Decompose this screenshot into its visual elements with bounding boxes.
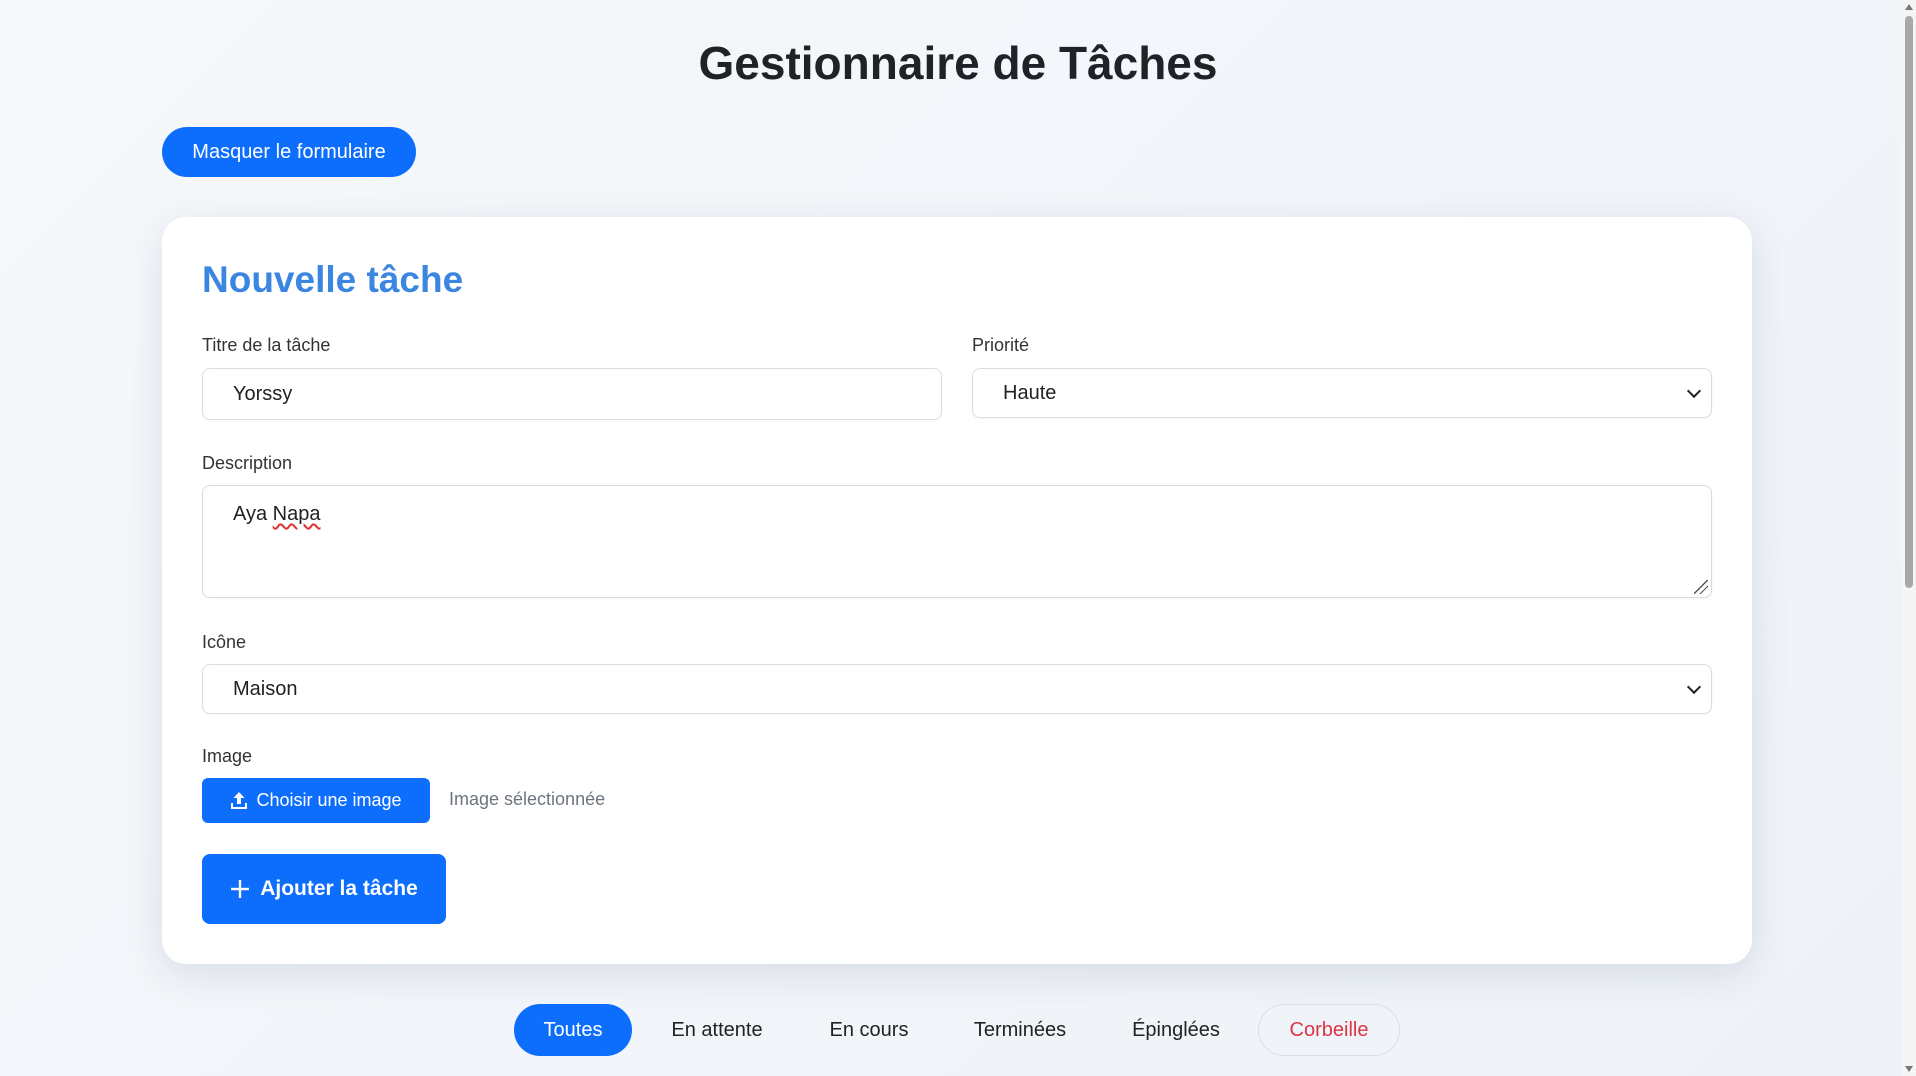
description-label: Description xyxy=(202,453,293,473)
scroll-up-icon[interactable] xyxy=(1905,4,1913,10)
tab-pending[interactable]: En attente xyxy=(647,1004,787,1056)
filter-tabs: Toutes En attente En cours Terminées Épi… xyxy=(0,1004,1916,1056)
priority-select[interactable]: Haute xyxy=(972,368,1712,418)
toggle-form-button[interactable]: Masquer le formulaire xyxy=(162,127,416,177)
task-title-input[interactable]: Yorssy xyxy=(202,368,942,420)
priority-label: Priorité xyxy=(972,335,1030,355)
description-word-2: Napa xyxy=(272,503,321,525)
task-title-value: Yorssy xyxy=(233,383,293,405)
choose-image-label: Choisir une image xyxy=(256,790,402,810)
page-title: Gestionnaire de Tâches xyxy=(698,37,1218,89)
scrollbar-thumb[interactable] xyxy=(1905,16,1913,588)
task-title-label: Titre de la tâche xyxy=(202,335,331,355)
new-task-form-card: Nouvelle tâche Titre de la tâche Yorssy … xyxy=(162,217,1752,964)
icon-label: Icône xyxy=(202,632,247,652)
upload-icon xyxy=(230,791,248,811)
icon-selected-value: Maison xyxy=(233,678,298,700)
plus-icon xyxy=(230,879,250,899)
image-status-text: Image sélectionnée xyxy=(449,789,606,809)
chevron-down-icon xyxy=(1686,383,1702,399)
chevron-down-icon xyxy=(1686,679,1702,695)
image-label: Image xyxy=(202,746,253,766)
tab-in-progress[interactable]: En cours xyxy=(799,1004,939,1056)
tab-all[interactable]: Toutes xyxy=(514,1004,632,1056)
tab-completed[interactable]: Terminées xyxy=(950,1004,1090,1056)
priority-selected-value: Haute xyxy=(1003,382,1057,404)
resize-handle[interactable] xyxy=(1694,580,1708,594)
icon-select[interactable]: Maison xyxy=(202,664,1712,714)
tab-pinned[interactable]: Épinglées xyxy=(1106,1004,1246,1056)
scroll-down-icon[interactable] xyxy=(1905,1066,1913,1072)
form-title: Nouvelle tâche xyxy=(202,259,464,300)
page-scrollbar[interactable] xyxy=(1902,0,1916,1076)
add-task-button[interactable]: Ajouter la tâche xyxy=(202,854,446,924)
choose-image-button[interactable]: Choisir une image xyxy=(202,778,430,823)
description-word-1: Aya xyxy=(233,503,268,525)
tab-trash[interactable]: Corbeille xyxy=(1258,1004,1400,1056)
add-task-label: Ajouter la tâche xyxy=(260,877,418,900)
description-textarea[interactable]: Aya Napa xyxy=(202,485,1712,598)
